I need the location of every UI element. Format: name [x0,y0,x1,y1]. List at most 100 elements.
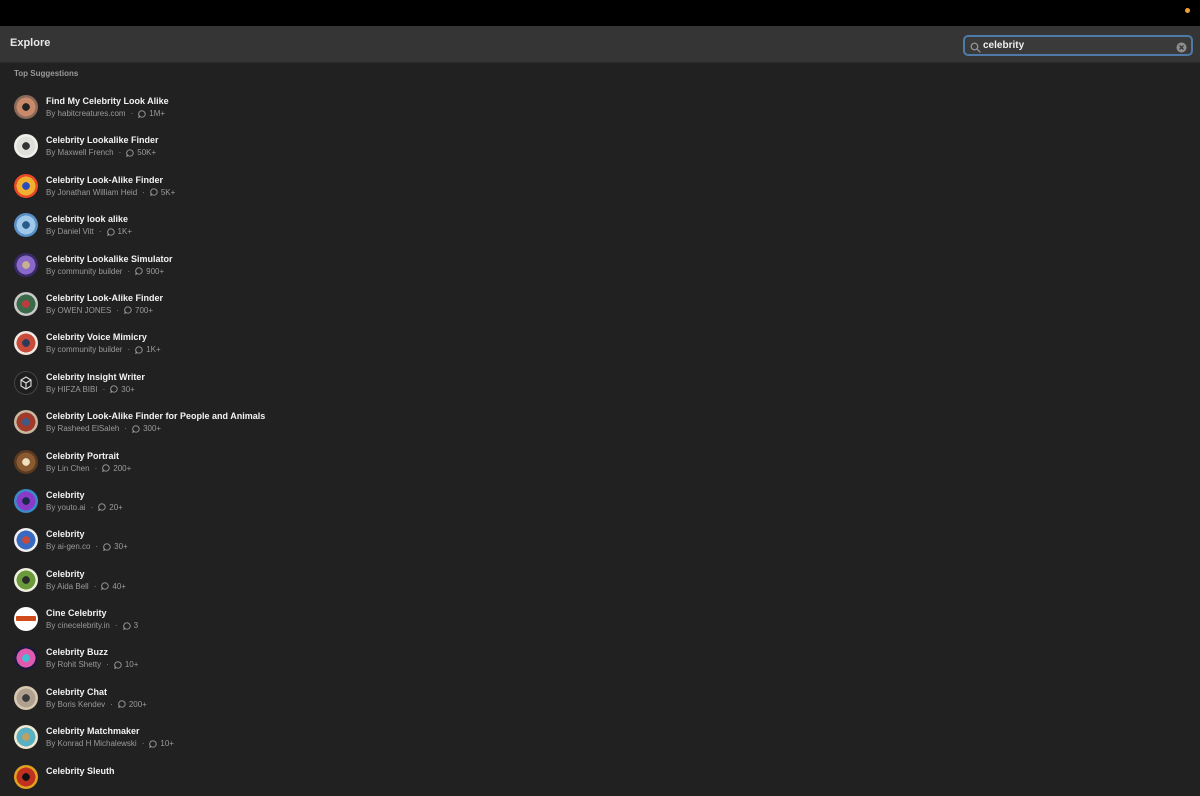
list-item[interactable]: Celebrity Matchmaker By Konrad H Michalew… [0,717,1200,756]
chat-bubble-icon [117,700,126,709]
item-meta: By Maxwell French · 50K+ [46,148,156,157]
item-title: Celebrity Lookalike Simulator [46,253,173,264]
item-meta: By HIFZA BIBI · 30+ [46,385,135,394]
gpt-avatar-icon [14,567,38,592]
item-title: Celebrity Look-Alike Finder [46,292,164,303]
item-author: By HIFZA BIBI [46,384,98,394]
list-item[interactable]: Celebrity Sleuth [0,757,1200,796]
item-title: Celebrity [46,489,85,500]
item-meta: By Jonathan William Heid · 5K+ [46,188,175,197]
conversation-count: 200+ [128,699,147,709]
search-icon [970,40,981,53]
chat-bubble-icon [101,582,109,591]
chat-bubble-icon [102,464,110,472]
list-item[interactable]: Celebrity Look-Alike Finder By OWEN JONES… [0,284,1200,323]
gpt-avatar-icon [14,252,38,277]
conversation-count: 10+ [124,660,139,670]
item-title: Cine Celebrity [46,608,107,619]
gpt-avatar-icon [14,646,38,671]
separator-dot: · [106,660,109,670]
item-title: Celebrity [46,529,85,540]
separator-dot: · [116,305,120,315]
list-item[interactable]: Celebrity Look-Alike Finder for People a… [0,402,1200,441]
list-item[interactable]: Celebrity Look-Alike Finder By Jonathan W… [0,166,1200,205]
item-meta: By habitcreatures.com · 1M+ [46,109,165,118]
item-author: By Boris Kendev [46,699,106,709]
item-meta: By Konrad H Michalewski · 10+ [46,739,174,748]
item-author: By ai-gen.co [46,542,91,552]
list-item[interactable]: Celebrity Portrait By Lin Chen · 200+ [0,442,1200,481]
list-item[interactable]: Celebrity Lookalike Finder By Maxwell Fre… [0,126,1200,165]
list-item[interactable]: Celebrity Chat By Boris Kendev · 200+ [0,678,1200,717]
item-author: By youto.ai [46,502,86,512]
separator-dot: · [95,542,99,552]
item-title: Celebrity Lookalike Finder [46,135,159,146]
clear-search-icon[interactable] [1176,40,1187,53]
gpt-avatar-icon [14,213,38,238]
item-meta: By community builder · 900+ [46,267,164,276]
conversation-count: 50K+ [137,148,157,158]
item-title: Celebrity look alike [46,214,129,225]
chat-bubble-icon [113,661,122,669]
conversation-count: 40+ [112,581,126,591]
list-item[interactable]: Celebrity Voice Mimicry By community buil… [0,323,1200,362]
gpt-avatar-icon [14,685,38,710]
item-meta: By Aida Bell · 40+ [46,582,126,591]
chat-bubble-icon [149,740,157,748]
separator-dot: · [142,187,145,197]
item-author: By habitcreatures.com [46,109,126,118]
list-item[interactable]: Cine Celebrity By cinecelebrity.in · 3 [0,599,1200,638]
item-meta: By Lin Chen · 200+ [46,464,131,473]
item-author: By Maxwell French [46,148,114,158]
list-item[interactable]: Celebrity By youto.ai · 20+ [0,481,1200,520]
separator-dot: · [114,621,118,631]
chat-bubble-icon [103,543,111,551]
item-title: Celebrity Buzz [46,647,109,658]
item-meta: By Boris Kendev · 200+ [46,700,147,709]
conversation-count: 200+ [113,463,132,473]
item-title: Celebrity Look-Alike Finder [46,174,164,185]
conversation-count: 20+ [109,502,123,512]
item-title: Find My Celebrity Look Alike [46,96,169,106]
separator-dot: · [124,424,128,434]
item-meta: By ai-gen.co · 30+ [46,542,128,551]
item-author: By Konrad H Michalewski [46,739,137,749]
item-title: Celebrity Insight Writer [46,371,145,382]
list-item[interactable]: Celebrity By ai-gen.co · 30+ [0,520,1200,559]
separator-dot: · [94,463,98,473]
gpt-avatar-icon [14,134,38,159]
item-meta: By Rohit Shetty · 10+ [46,660,138,669]
chat-bubble-icon [126,149,134,157]
item-meta: By Daniel Vitt · 1K+ [46,227,132,236]
separator-dot: · [110,699,113,709]
list-item[interactable]: Celebrity Buzz By Rohit Shetty · 10+ [0,638,1200,677]
item-author: By Jonathan William Heid [46,187,138,197]
conversation-count: 1K+ [146,345,161,355]
separator-dot: · [141,739,145,749]
separator-dot: · [93,581,97,591]
chat-bubble-icon [135,267,143,276]
item-author: By OWEN JONES [46,305,112,315]
list-item[interactable]: Celebrity By Aida Bell · 40+ [0,560,1200,599]
chat-bubble-icon [135,346,143,354]
conversation-count: 30+ [114,542,128,552]
item-author: By Lin Chen [46,463,90,473]
list-item[interactable]: Find My Celebrity Look Alike By habitcrea… [0,87,1200,126]
list-item[interactable]: Celebrity Lookalike Simulator By communit… [0,245,1200,284]
item-title: Celebrity Sleuth [46,765,115,776]
conversation-count: 700+ [135,305,154,315]
separator-dot: · [127,345,131,355]
separator-dot: · [118,148,122,158]
chat-bubble-icon [106,228,115,236]
conversation-count: 10+ [160,739,174,749]
gpt-avatar-icon [14,449,38,474]
separator-dot: · [98,227,102,237]
status-indicator-dot [1185,8,1190,13]
chat-bubble-icon [138,109,146,118]
separator-dot: · [90,502,94,512]
list-item[interactable]: Celebrity look alike By Daniel Vitt · 1K+ [0,205,1200,244]
search-field[interactable] [963,35,1193,56]
item-author: By Daniel Vitt [46,227,94,237]
search-input[interactable] [983,37,1173,54]
list-item[interactable]: Celebrity Insight Writer By HIFZA BIBI · 30… [0,363,1200,402]
